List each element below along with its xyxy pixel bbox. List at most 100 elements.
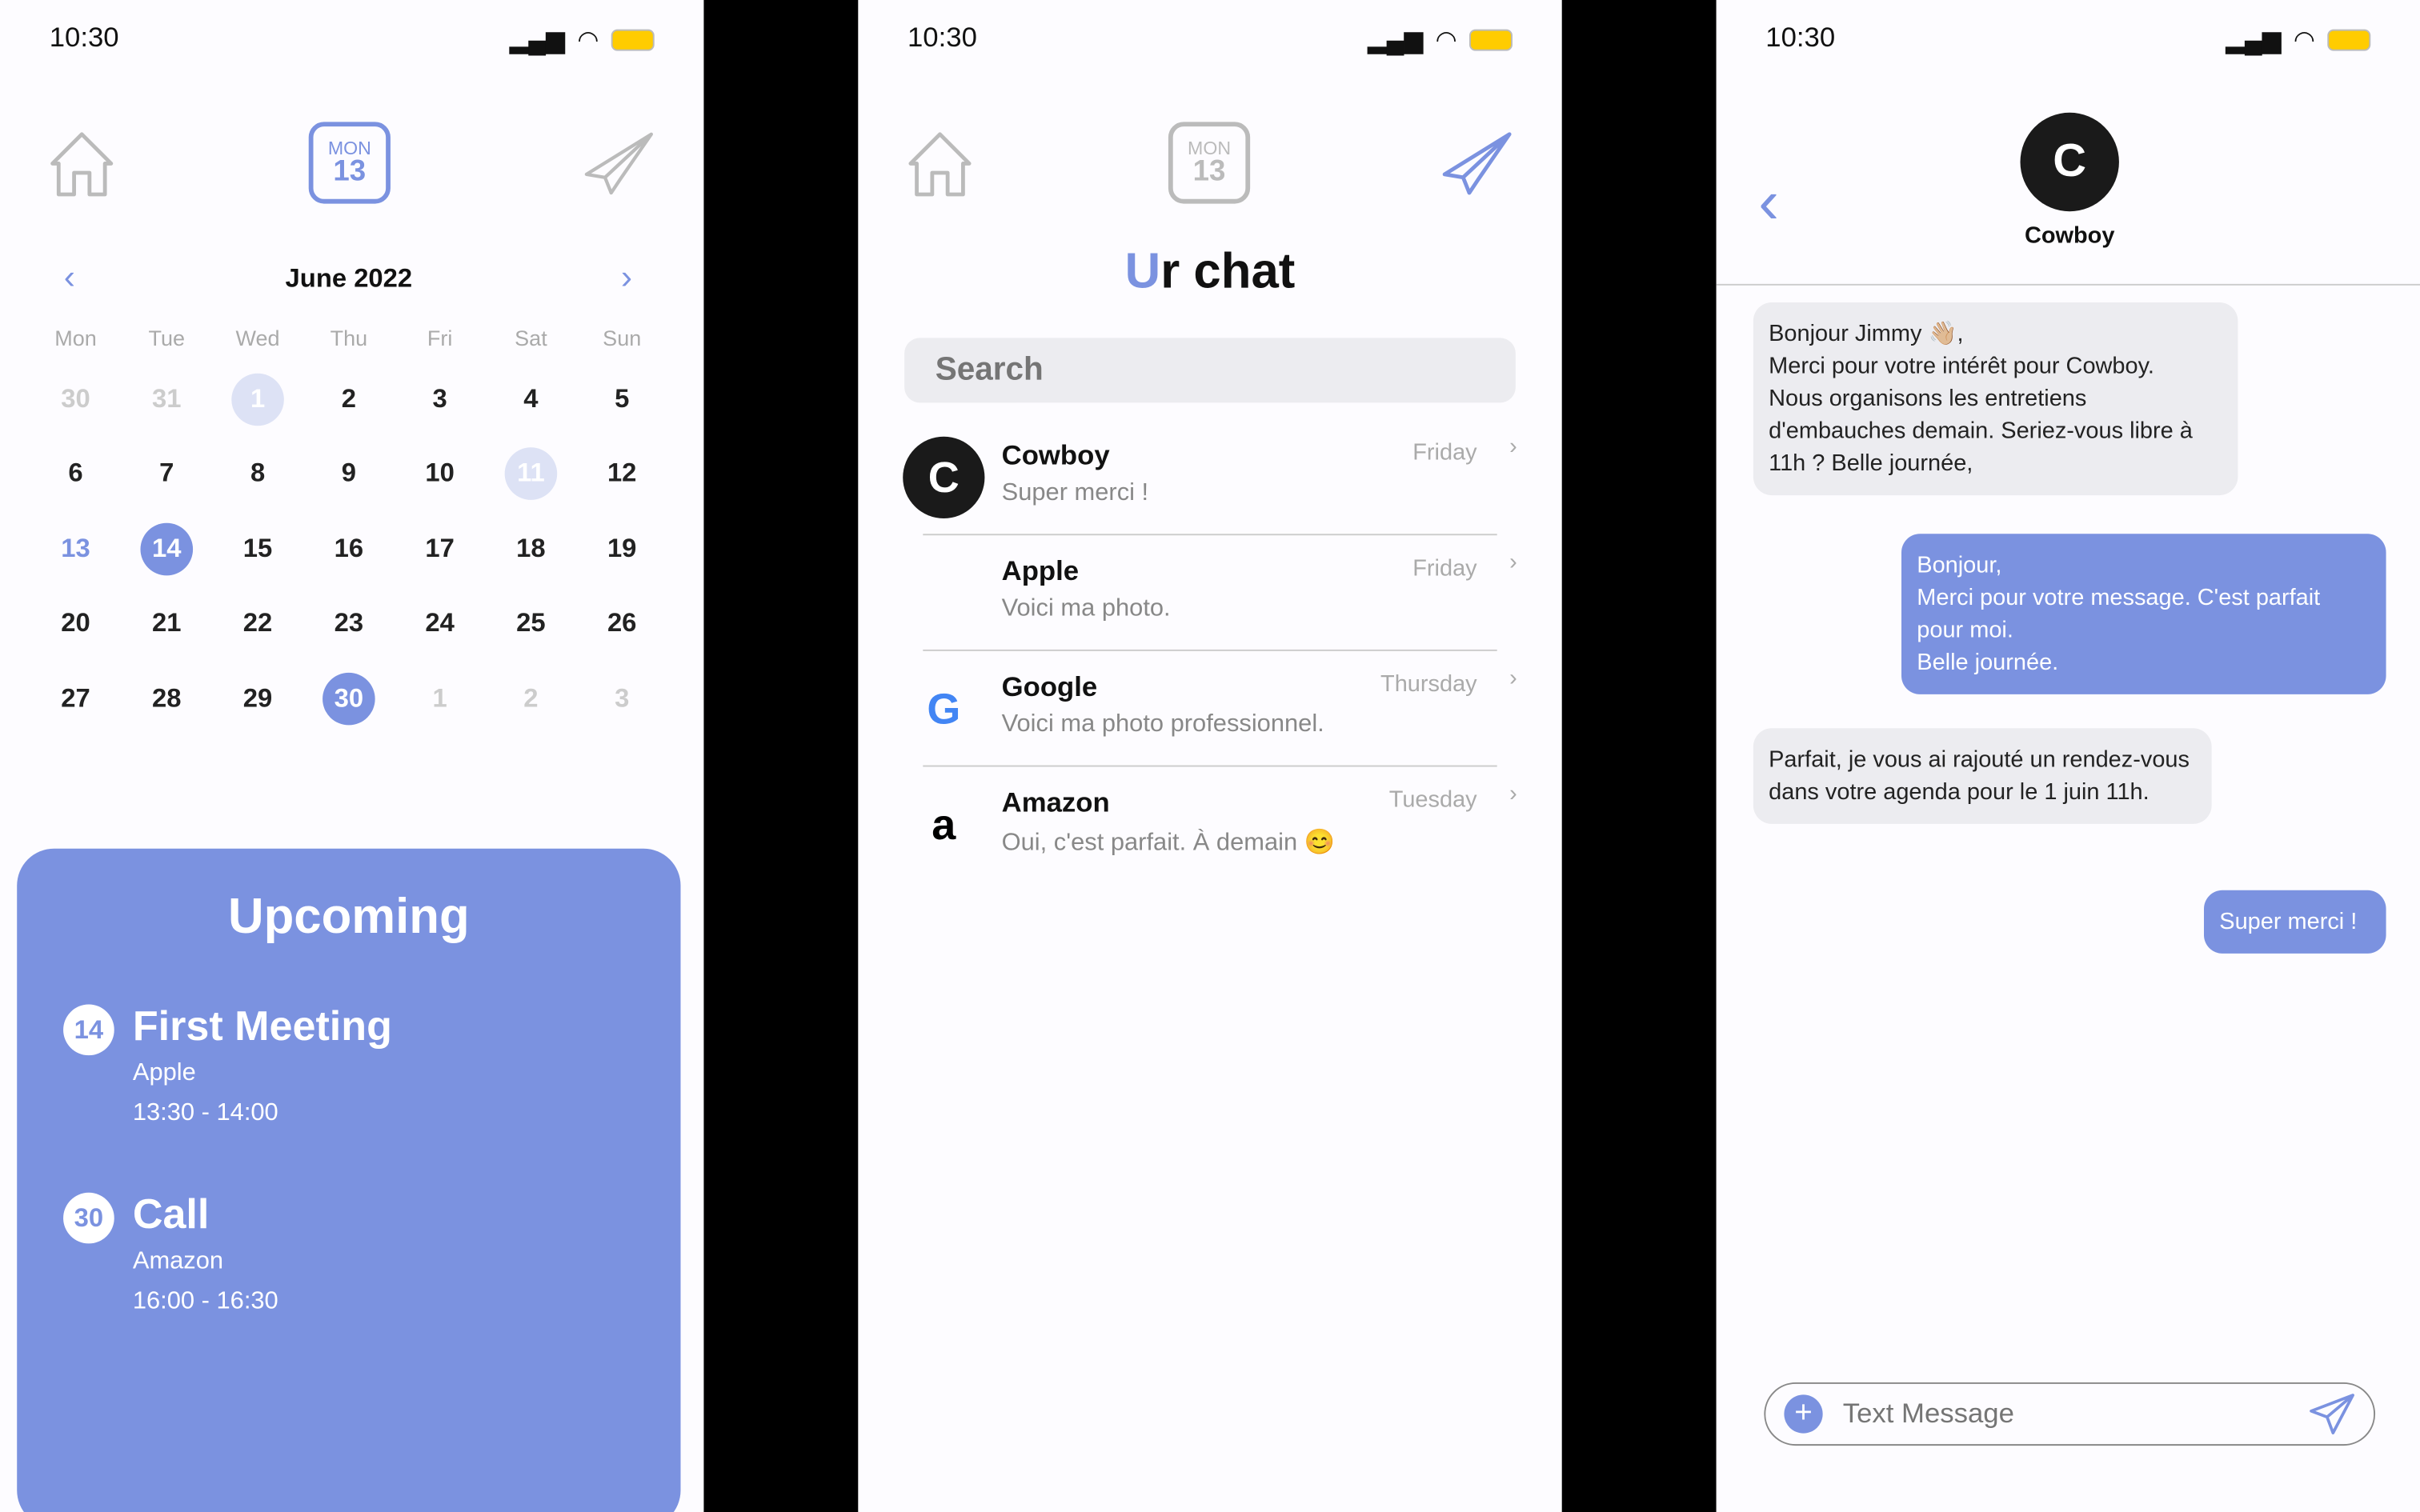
- sent-message-bubble: Bonjour, Merci pour votre message. C'est…: [1901, 534, 2386, 694]
- send-icon[interactable]: [583, 131, 655, 196]
- event-company: Apple: [132, 1059, 196, 1086]
- chat-list-item[interactable]: Apple Voici ma photo. Friday ›: [896, 549, 1523, 638]
- chat-list-screen: 10:30 ▂▄▆ ◠ MON 13 Ur chat C Cowboy Super m…: [858, 0, 1562, 1512]
- calendar-day[interactable]: 20: [50, 597, 102, 650]
- status-icons: ▂▄▆ ◠: [510, 25, 655, 56]
- received-message-bubble: Parfait, je vous ai rajouté un rendez-vo…: [1753, 728, 2212, 824]
- event-title[interactable]: First Meeting: [133, 1003, 392, 1051]
- amazon-logo-icon: a: [932, 800, 956, 849]
- cal-date-label: 13: [1192, 155, 1226, 189]
- calendar-day[interactable]: 23: [323, 597, 375, 650]
- cowboy-logo: C: [903, 436, 985, 518]
- chat-day: Tuesday: [1388, 786, 1477, 814]
- weekday-header: Fri: [427, 325, 453, 350]
- upcoming-title: Upcoming: [228, 887, 470, 944]
- calendar-day[interactable]: 15: [231, 523, 284, 576]
- battery-icon: [2327, 29, 2371, 51]
- event-time: 13:30 - 14:00: [132, 1100, 278, 1126]
- contact-name: Cowboy: [2024, 222, 2115, 250]
- send-message-button[interactable]: [2309, 1393, 2355, 1434]
- calendar-day[interactable]: 24: [414, 597, 467, 650]
- conversation-screen: 10:30 ▂▄▆ ◠ ‹ C Cowboy Bonjour Jimmy 👋🏼, …: [1716, 0, 2420, 1512]
- chat-preview: Voici ma photo.: [1001, 595, 1171, 622]
- signal-icon: ▂▄▆: [509, 27, 565, 54]
- calendar-day[interactable]: 2: [323, 374, 375, 426]
- event-title[interactable]: Call: [133, 1191, 210, 1239]
- battery-icon: [1468, 29, 1512, 51]
- calendar-day[interactable]: 18: [505, 523, 558, 576]
- sent-message-bubble: Super merci !: [2203, 890, 2386, 954]
- send-icon[interactable]: [1441, 131, 1512, 196]
- calendar-day[interactable]: 28: [140, 673, 193, 726]
- calendar-day[interactable]: 16: [323, 523, 375, 576]
- status-time: 10:30: [1765, 21, 1836, 53]
- calendar-day[interactable]: 9: [323, 447, 375, 500]
- calendar-day[interactable]: 13: [50, 523, 102, 576]
- calendar-day[interactable]: 3: [595, 673, 648, 726]
- chat-day: Thursday: [1380, 670, 1477, 698]
- calendar-day[interactable]: 26: [595, 597, 648, 650]
- weekday-header: Thu: [330, 325, 368, 350]
- chat-divider: [923, 534, 1497, 536]
- message-input[interactable]: [1842, 1390, 2290, 1437]
- calendar-day[interactable]: 29: [231, 673, 284, 726]
- calendar-day[interactable]: 25: [505, 597, 558, 650]
- calendar-day[interactable]: 7: [140, 447, 193, 500]
- home-icon[interactable]: [46, 130, 118, 201]
- search-input[interactable]: [904, 338, 1516, 403]
- calendar-day[interactable]: 6: [50, 447, 102, 500]
- calendar-day[interactable]: 1: [231, 373, 284, 426]
- chat-name: Google: [1001, 670, 1098, 702]
- contact-avatar[interactable]: C: [2020, 112, 2119, 212]
- signal-icon: ▂▄▆: [2226, 27, 2282, 54]
- calendar-day[interactable]: 14: [140, 522, 194, 576]
- wifi-icon: ◠: [577, 27, 599, 54]
- chat-title-accent: U: [1124, 242, 1161, 299]
- calendar-day[interactable]: 19: [595, 523, 648, 576]
- calendar-tab-button[interactable]: MON 13: [1168, 122, 1251, 204]
- calendar-day[interactable]: 30: [323, 672, 375, 726]
- calendar-day[interactable]: 8: [231, 447, 284, 500]
- chat-name: Apple: [1001, 555, 1080, 586]
- calendar-tab-button[interactable]: MON 13: [308, 122, 391, 204]
- calendar-day[interactable]: 27: [50, 673, 102, 726]
- status-icons: ▂▄▆ ◠: [1368, 25, 1512, 56]
- header-divider: [1716, 283, 2420, 286]
- chevron-right-icon: ›: [1509, 549, 1517, 576]
- home-icon[interactable]: [904, 130, 976, 201]
- calendar-day[interactable]: 11: [504, 447, 558, 500]
- chat-title: Ur chat: [1125, 243, 1296, 300]
- calendar-day[interactable]: 1: [414, 673, 467, 726]
- calendar-day[interactable]: 3: [414, 374, 467, 426]
- weekday-header: Wed: [235, 325, 280, 350]
- calendar-day[interactable]: 10: [414, 447, 467, 500]
- message-input-bar: +: [1764, 1382, 2376, 1446]
- calendar-day[interactable]: 22: [231, 597, 284, 650]
- calendar-day[interactable]: 12: [595, 447, 648, 500]
- signal-icon: ▂▄▆: [1367, 27, 1424, 54]
- chevron-right-icon: ›: [1509, 433, 1517, 460]
- prev-month-button[interactable]: ‹: [64, 258, 75, 298]
- chat-list-item[interactable]: a Amazon Oui, c'est parfait. À demain 😊 Tue…: [896, 781, 1523, 870]
- chat-list-item[interactable]: G Google Voici ma photo professionnel. Thur…: [896, 665, 1523, 754]
- chat-list-item[interactable]: C Cowboy Super merci ! Friday ›: [896, 433, 1523, 523]
- calendar-day[interactable]: 17: [414, 523, 467, 576]
- weekday-header: Sun: [603, 325, 642, 350]
- chat-preview: Super merci !: [1001, 479, 1149, 506]
- next-month-button[interactable]: ›: [621, 258, 632, 298]
- back-button[interactable]: ‹: [1758, 169, 1779, 238]
- calendar-day[interactable]: 5: [595, 374, 648, 426]
- weekday-header: Mon: [54, 325, 97, 350]
- add-attachment-button[interactable]: +: [1784, 1394, 1823, 1434]
- calendar-screen: 10:30 ▂▄▆ ◠ MON 13 ‹ June 2022 › Mon Tue We…: [0, 0, 704, 1512]
- chat-name: Amazon: [1001, 786, 1110, 818]
- chat-preview: Oui, c'est parfait. À demain 😊: [1001, 830, 1336, 857]
- calendar-day[interactable]: 2: [505, 673, 558, 726]
- chat-name: Cowboy: [1001, 439, 1110, 471]
- calendar-day[interactable]: 31: [140, 374, 193, 426]
- calendar-day[interactable]: 4: [505, 374, 558, 426]
- calendar-day[interactable]: 21: [140, 597, 193, 650]
- calendar-day[interactable]: 30: [50, 374, 102, 426]
- status-icons: ▂▄▆ ◠: [2226, 25, 2371, 56]
- stage: 10:30 ▂▄▆ ◠ MON 13 ‹ June 2022 › Mon Tue We…: [0, 0, 2420, 1512]
